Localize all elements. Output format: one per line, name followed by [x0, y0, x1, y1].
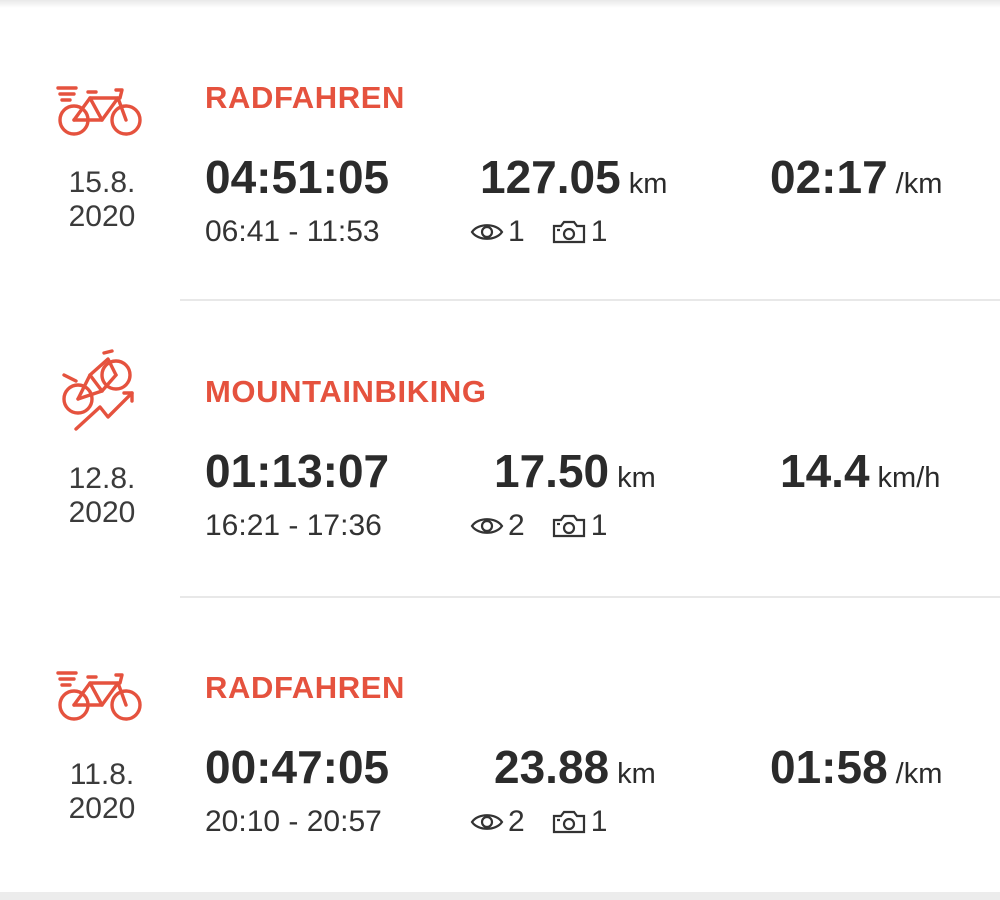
- date-year: 2020: [68, 792, 136, 825]
- distance-unit: km: [617, 758, 656, 790]
- pace: 02:17/km: [770, 150, 942, 204]
- activity-date: 15.8. 2020: [50, 166, 154, 234]
- time-range: 16:21 - 17:36: [205, 509, 382, 542]
- pace-value: 01:58: [770, 741, 888, 793]
- eye-icon: [470, 518, 504, 534]
- bottom-edge: [0, 892, 1000, 900]
- activity-card[interactable]: 15.8. 2020 RADFAHREN 04:51:05 127.05 km 0…: [0, 8, 1000, 303]
- date-day: 15.8.: [68, 166, 136, 199]
- camera-icon: [552, 220, 585, 244]
- distance-value: 23.88: [494, 741, 610, 793]
- distance-unit: km: [617, 462, 656, 494]
- duration-value: 04:51:05: [205, 151, 390, 203]
- time-range: 20:10 - 20:57: [205, 805, 382, 838]
- duration: 01:13:07: [205, 444, 389, 498]
- date-year: 2020: [68, 200, 136, 233]
- top-edge: [0, 0, 1000, 8]
- pace-value: 02:17: [770, 151, 888, 203]
- activity-meta: 1 1: [470, 215, 633, 249]
- duration-value: 00:47:05: [205, 741, 390, 793]
- speed: 14.4 km/h: [780, 444, 940, 498]
- activity-meta: 2 1: [470, 805, 633, 839]
- eye-icon: [470, 224, 504, 240]
- activity-date: 11.8. 2020: [50, 758, 154, 826]
- duration: 04:51:05: [205, 150, 389, 204]
- photos-count: 1: [551, 215, 607, 249]
- views-count: 2: [470, 805, 525, 839]
- speed-value: 14.4: [780, 445, 870, 497]
- duration-value: 01:13:07: [205, 445, 390, 497]
- mountain-bike-icon: [56, 347, 146, 437]
- road-bike-icon: [56, 648, 146, 738]
- list-divider: [180, 299, 1000, 301]
- sport-title: RADFAHREN: [205, 80, 406, 115]
- pace-unit: /km: [895, 168, 943, 200]
- time-range: 06:41 - 11:53: [205, 215, 380, 248]
- pace-unit: /km: [895, 758, 943, 790]
- speed-unit: km/h: [877, 462, 941, 494]
- date-day: 11.8.: [69, 758, 135, 791]
- photos-count: 1: [551, 805, 607, 839]
- distance-unit: km: [628, 168, 668, 200]
- activity-date: 12.8. 2020: [50, 462, 154, 530]
- distance: 127.05 km: [480, 150, 667, 204]
- duration: 00:47:05: [205, 740, 389, 794]
- eye-icon: [470, 814, 504, 830]
- distance-value: 17.50: [494, 445, 610, 497]
- distance: 17.50 km: [494, 444, 656, 498]
- pace: 01:58/km: [770, 740, 942, 794]
- distance-value: 127.05: [480, 151, 621, 203]
- road-bike-icon: [56, 63, 146, 153]
- photos-count: 1: [551, 509, 607, 543]
- date-year: 2020: [68, 496, 136, 529]
- camera-icon: [552, 514, 585, 538]
- views-count: 2: [470, 509, 525, 543]
- distance: 23.88 km: [494, 740, 656, 794]
- views-count: 1: [470, 215, 525, 249]
- sport-title: MOUNTAINBIKING: [205, 374, 487, 409]
- activity-card[interactable]: 12.8. 2020 MOUNTAINBIKING 01:13:07 17.50…: [0, 302, 1000, 597]
- date-day: 12.8.: [68, 462, 136, 495]
- sport-title: RADFAHREN: [205, 670, 406, 705]
- activity-meta: 2 1: [470, 509, 633, 543]
- activity-card[interactable]: 11.8. 2020 RADFAHREN 00:47:05 23.88 km 01…: [0, 598, 1000, 893]
- camera-icon: [552, 810, 585, 834]
